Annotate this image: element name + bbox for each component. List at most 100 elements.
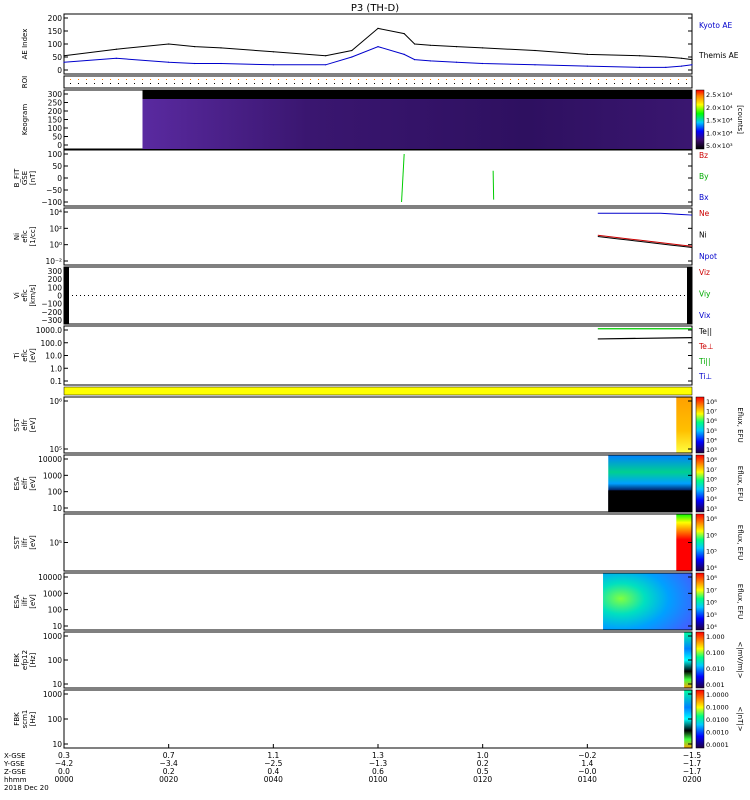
roi-mark <box>102 83 103 84</box>
sst-e-colorbar-tick: 10⁸ <box>706 398 717 406</box>
b-fit-segment <box>492 170 495 200</box>
ae-series-point <box>194 46 196 48</box>
roi-mark <box>278 83 279 84</box>
keogram-colorbar-tick: 1.0×10⁴ <box>706 129 733 137</box>
temperature-series-line <box>597 337 693 340</box>
roi-mark <box>262 79 263 80</box>
velocity-legend-entry: Vix <box>699 311 711 320</box>
roi-mark <box>254 79 255 80</box>
roi-mark <box>214 79 215 80</box>
summary-plot: P3 (TH-D) 200150100500AE IndexKyoto AETh… <box>3 3 744 792</box>
fbk-b-colorbar-label: <|nT|> <box>736 706 744 731</box>
esa-i-colorbar-tick: 10⁶ <box>706 599 717 607</box>
roi-mark <box>382 83 383 84</box>
roi-frame <box>63 75 693 89</box>
roi-mark <box>118 83 119 84</box>
ae-series-point <box>534 49 536 52</box>
ae-index-frame <box>63 13 693 75</box>
roi-mark <box>654 79 655 80</box>
roi-mark <box>310 79 311 80</box>
keogram-colorbar <box>695 89 705 150</box>
roi-mark <box>318 79 319 80</box>
b-fit-legend-entry: Bx <box>699 193 709 202</box>
sst-i-colorbar-tick: 10⁵ <box>706 548 717 556</box>
b-fit-ytick-label: −50 <box>46 186 62 195</box>
roi-mark <box>470 79 471 80</box>
roi-mark <box>550 79 551 80</box>
roi-mark <box>430 79 431 80</box>
roi-mark <box>238 83 239 84</box>
roi-mark <box>190 79 191 80</box>
roi-mark <box>438 79 439 80</box>
keogram-colorbar-tick: 2.5×10⁴ <box>706 91 733 99</box>
esa-e-ylabel-line: [eV] <box>29 476 37 491</box>
keogram-colorbar-label-text: [counts] <box>736 105 744 134</box>
b-fit-segment <box>401 153 405 203</box>
fbk-e-colorbar-tick: 0.010 <box>706 665 725 673</box>
roi-mark <box>558 83 559 84</box>
velocity-ylabel: Vi eflc [km/s] <box>13 284 37 307</box>
roi-mark <box>318 83 319 84</box>
ae-series-point <box>351 56 353 58</box>
esa-i-ytick-label: 10000 <box>38 573 62 582</box>
sst-e-colorbar-tick: 10³ <box>706 446 717 454</box>
temperature-ytick-label: 1000.0 <box>36 326 62 335</box>
keogram-colorbar-tick: 5.0×10³ <box>706 142 733 150</box>
fbk-e-colorbar-label-text: <|mV/m|> <box>736 641 744 678</box>
fbk-b-colorbar-label-text: <|nT|> <box>736 706 744 731</box>
fbk-e-ytick-label: 100 <box>48 656 63 665</box>
x-axis-layer: 0.3−4.20.000000.7−3.40.200201.1−2.50.400… <box>3 744 702 792</box>
ae-series-point <box>639 55 641 57</box>
plot-title: P3 (TH-D) <box>351 3 399 14</box>
esa-i-colorbar-tick: 10⁷ <box>706 586 717 594</box>
fbk-e-ylabel: FBK efp12 [Hz] <box>13 650 37 670</box>
roi-mark <box>126 79 127 80</box>
fbk-e-ylabel-line: [Hz] <box>29 653 37 668</box>
ae-series-point <box>403 53 405 56</box>
esa-e-ytick-label: 10 <box>52 504 62 513</box>
roi-mark <box>134 83 135 84</box>
density-ytick-label: 10⁻² <box>45 257 62 266</box>
ae-series-point <box>272 51 274 53</box>
x-axis-tick-label: 0200 <box>682 775 701 784</box>
ae-series-point <box>63 61 65 63</box>
sst-i-colorbar-label: Eflux, EFU <box>736 525 744 560</box>
roi-mark <box>502 83 503 84</box>
x-axis-tick-label: 0140 <box>578 775 597 784</box>
velocity-ylabel-line: Vi <box>13 292 21 299</box>
esa-i-ytick-label: 10 <box>52 622 62 631</box>
esa-i-colorbar-tick: 10⁵ <box>706 611 717 619</box>
sst-e-spectrogram <box>676 397 692 453</box>
velocity-legend-entry: Viy <box>699 290 711 299</box>
ae-legend-entry: Themis AE <box>698 51 739 60</box>
esa-e-ylabel: ESA elfr [eV] <box>13 476 37 491</box>
b-fit-ytick-label: 50 <box>52 162 62 171</box>
ae-series-point <box>455 61 458 63</box>
fbk-e-ytick-label: 1000 <box>43 632 62 641</box>
ae-series-point <box>168 43 170 45</box>
ae-index-ylabel-line: AE Index <box>21 29 29 60</box>
density-ylabel-line: Ni <box>13 233 21 240</box>
roi-mark <box>358 79 359 80</box>
fbk-b-ylabel-line: FBK <box>13 712 21 726</box>
roi-mark <box>502 79 503 80</box>
esa-e-colorbar-tick: 10⁷ <box>706 466 717 474</box>
x-axis-row-label: X-GSE <box>4 752 26 760</box>
density-legend-entry: Npot <box>699 252 717 261</box>
fbk-e-colorbar <box>695 631 705 689</box>
x-axis-row-label: hhmm <box>4 776 27 784</box>
ae-series-point <box>272 64 274 66</box>
esa-i-colorbar <box>695 572 705 631</box>
fbk-e-ylabel-line: FBK <box>13 653 21 667</box>
roi-mark <box>198 79 199 80</box>
ae-series-point <box>220 62 222 65</box>
fbk-b-ylabel-line: [Hz] <box>29 712 37 727</box>
roi-mark <box>614 83 615 84</box>
roi-mark <box>510 83 511 84</box>
esa-i-ylabel-line: ilfr <box>21 597 29 606</box>
roi-mark <box>358 83 359 84</box>
temperature-ytick-label: 0.1 <box>50 377 62 386</box>
panels-layer: 200150100500AE IndexKyoto AEThemis AEROI… <box>13 13 744 749</box>
esa-e-ytick-label: 100 <box>48 488 63 497</box>
fbk-b-ytick-label: 10 <box>52 740 62 749</box>
